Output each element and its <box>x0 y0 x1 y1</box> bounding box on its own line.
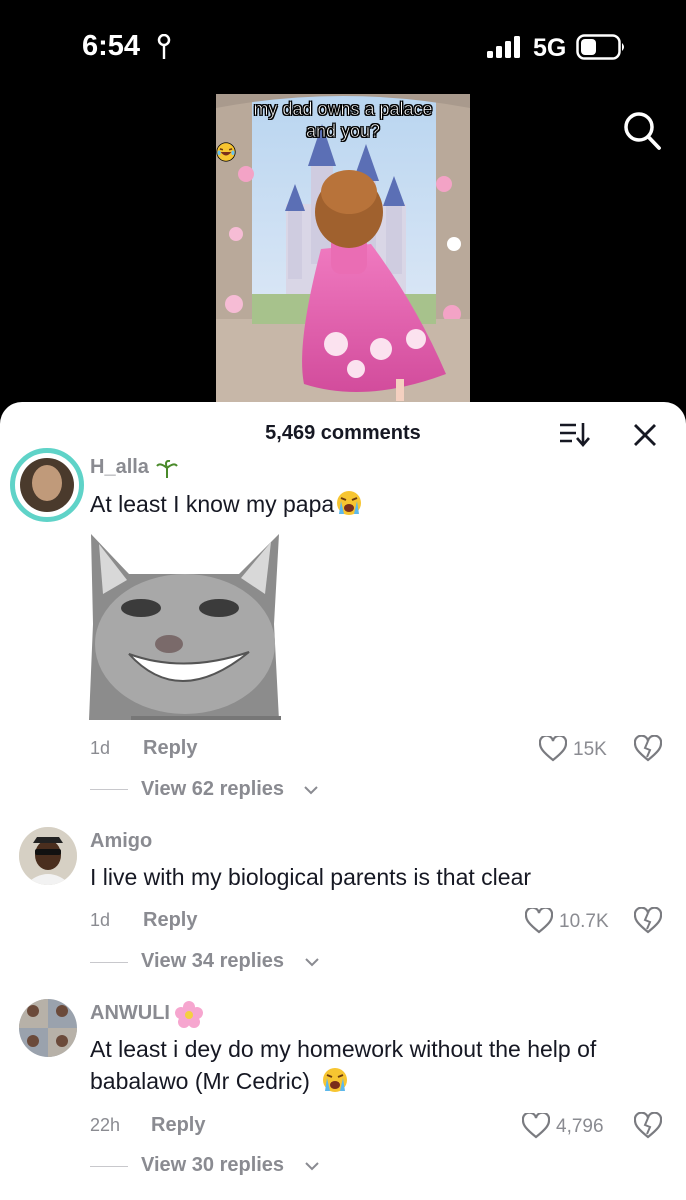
comment-text: I live with my biological parents is tha… <box>90 864 532 890</box>
divider <box>90 1166 128 1167</box>
search-icon[interactable] <box>622 110 662 152</box>
view-replies-button[interactable]: View 62 replies <box>141 778 284 801</box>
battery-icon <box>576 34 624 60</box>
heart-icon[interactable] <box>522 1113 550 1139</box>
chevron-down-icon <box>305 958 319 967</box>
dislike-icon[interactable] <box>634 907 662 935</box>
heart-icon[interactable] <box>525 908 553 934</box>
view-replies-button[interactable]: View 34 replies <box>141 950 284 973</box>
laughing-emoji-icon <box>216 142 236 162</box>
location-icon <box>157 34 171 59</box>
comments-sheet: 5,469 comments H_alla At least I know my… <box>0 402 686 1200</box>
avatar-image <box>19 827 77 885</box>
chevron-down-icon <box>305 1162 319 1171</box>
status-time: 6:54 <box>82 30 141 62</box>
comment-text-content: At least I know my papa <box>90 491 335 517</box>
status-bar: 6:54 5G <box>0 0 686 90</box>
like-count: 4,796 <box>556 1116 604 1137</box>
comment-text-line-1: At least i dey do my homework without th… <box>90 1036 597 1062</box>
like-count: 15K <box>573 739 607 760</box>
comment-age: 1d <box>90 738 111 758</box>
chevron-down-icon <box>304 786 318 795</box>
cat-sticker-image <box>89 534 281 720</box>
flower-emoji-icon <box>175 1001 203 1028</box>
sort-icon[interactable] <box>558 420 590 448</box>
avatar[interactable] <box>19 999 77 1057</box>
avatar[interactable] <box>19 827 77 885</box>
view-replies-button[interactable]: View 30 replies <box>141 1154 284 1177</box>
comment-text-line-2: babalawo (Mr Cedric) <box>90 1068 310 1094</box>
reply-button[interactable]: Reply <box>151 1114 205 1137</box>
avatar-image <box>19 999 77 1057</box>
caption-line-2: and you? <box>305 121 381 142</box>
comment-username[interactable]: Amigo <box>90 830 152 853</box>
avatar-image <box>20 458 74 512</box>
video-caption: my dad owns a palace and you? <box>216 98 470 162</box>
comment-age: 22h <box>90 1115 121 1135</box>
dislike-icon[interactable] <box>634 735 662 763</box>
video-player[interactable]: my dad owns a palace and you? <box>216 94 470 402</box>
comment-text: At least i dey do my homework without th… <box>90 1033 670 1097</box>
divider <box>90 962 128 963</box>
plant-emoji-icon <box>156 460 178 478</box>
comment-username[interactable]: ANWULI <box>90 1002 170 1025</box>
avatar[interactable] <box>10 448 84 522</box>
dislike-icon[interactable] <box>634 1112 662 1140</box>
like-count: 10.7K <box>559 911 609 932</box>
comment-username[interactable]: H_alla <box>90 456 149 479</box>
divider <box>90 789 128 790</box>
reply-button[interactable]: Reply <box>143 909 197 932</box>
signal-icon <box>487 36 520 58</box>
comment-text: At least I know my papa <box>90 488 670 520</box>
crying-emoji-icon <box>337 491 362 515</box>
network-type: 5G <box>533 34 567 62</box>
reply-button[interactable]: Reply <box>143 737 197 760</box>
close-icon[interactable] <box>632 422 658 448</box>
caption-line-1: my dad owns a palace <box>253 99 433 120</box>
comment-age: 1d <box>90 910 111 930</box>
crying-emoji-icon <box>323 1068 348 1092</box>
heart-icon[interactable] <box>539 736 567 762</box>
